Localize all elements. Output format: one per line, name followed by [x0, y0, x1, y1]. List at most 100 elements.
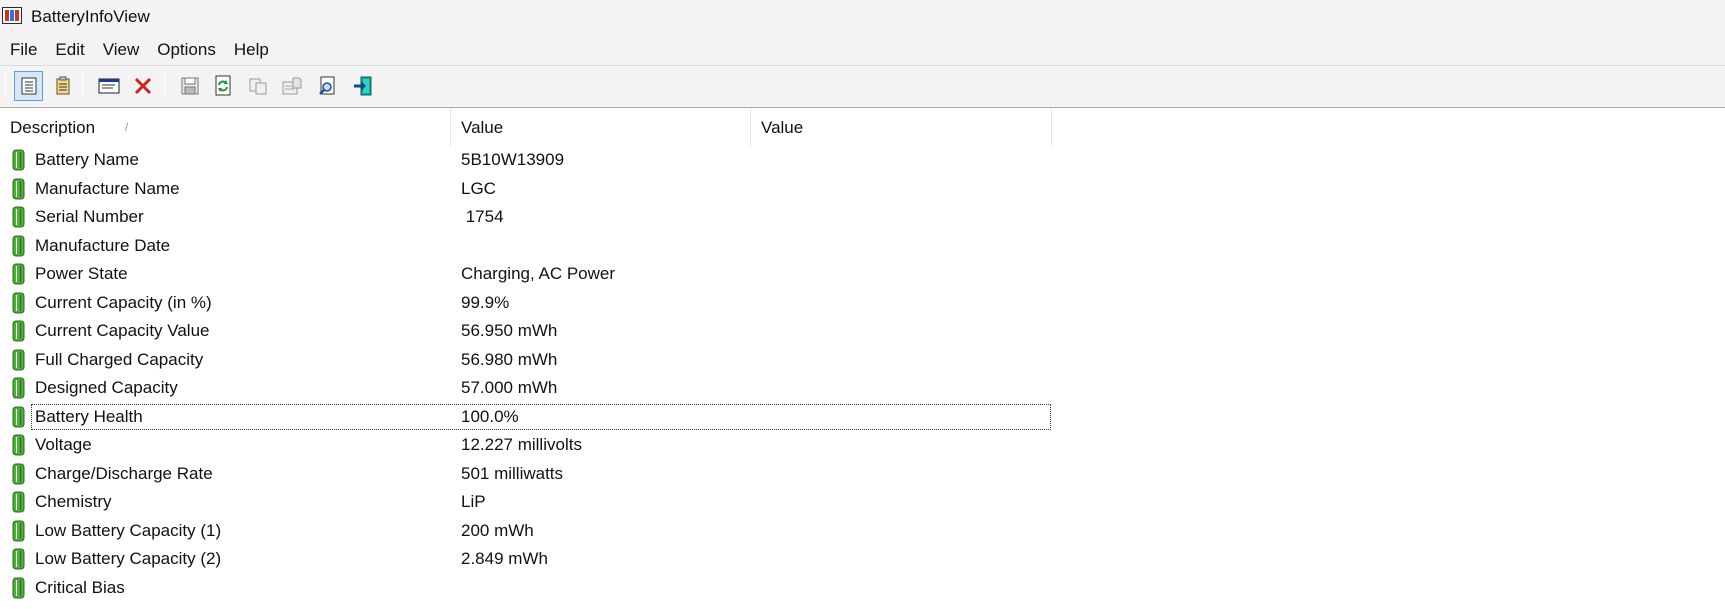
value-cell: LGC — [461, 178, 496, 198]
description-cell: Critical Bias — [35, 577, 125, 597]
value-cell: 5B10W13909 — [461, 150, 565, 169]
battery-icon — [12, 377, 25, 399]
description-cell: Low Battery Capacity (2) — [35, 549, 222, 568]
copy-icon — [249, 78, 266, 95]
description-cell: Manufacture Date — [35, 235, 171, 255]
value-cell: 12.227 millivolts — [461, 435, 582, 454]
column-header-value-2[interactable]: Value — [751, 108, 1052, 146]
description-cell: Power State — [35, 264, 128, 283]
exit-icon — [353, 76, 371, 96]
menu-bar: File Edit View Options Help — [0, 34, 1725, 65]
value-cell: 1754 — [461, 207, 504, 226]
view-list-icon — [21, 77, 36, 95]
description-cell: Serial Number — [35, 207, 144, 226]
column-header-description[interactable]: Description / — [0, 108, 451, 146]
properties-button[interactable] — [277, 71, 306, 101]
list-item[interactable]: Low Battery Capacity (2) 2.849 mWh — [0, 545, 1725, 574]
column-header-value[interactable]: Value — [451, 108, 751, 146]
list-header: Description / Value Value — [0, 108, 1725, 146]
list-item[interactable]: Chemistry LiP — [0, 488, 1725, 517]
column-header-label: Description — [10, 118, 96, 137]
properties-window-button[interactable] — [94, 71, 123, 101]
list-item[interactable]: Critical Bias — [0, 574, 1725, 603]
value-cell: Charging, AC Power — [461, 264, 616, 283]
value-cell: 200 mWh — [461, 520, 534, 540]
save-icon — [181, 77, 198, 95]
battery-icon — [12, 349, 25, 370]
description-cell: Current Capacity (in %) — [35, 292, 212, 312]
menu-help[interactable]: Help — [225, 37, 278, 63]
battery-icon — [12, 178, 25, 199]
sort-indicator-icon: / — [125, 122, 129, 134]
refresh-button[interactable] — [208, 71, 237, 101]
battery-icon — [12, 520, 25, 541]
list-item[interactable]: Manufacture Date — [0, 232, 1725, 261]
toolbar-separator — [82, 72, 83, 99]
battery-icon — [12, 292, 25, 313]
properties-window-icon — [98, 78, 119, 94]
view-html-button[interactable] — [48, 71, 77, 101]
view-list-button[interactable] — [14, 71, 43, 101]
focus-rectangle — [31, 403, 1051, 430]
column-header-label: Value — [461, 118, 504, 137]
find-icon — [318, 76, 334, 95]
battery-icon — [12, 235, 25, 256]
delete-icon — [134, 77, 151, 95]
list-item[interactable]: Voltage 12.227 millivolts — [0, 431, 1725, 460]
toolbar — [0, 66, 1725, 108]
description-cell: Chemistry — [35, 492, 112, 511]
description-cell: Battery Name — [35, 150, 139, 169]
list-item[interactable]: Designed Capacity 57.000 mWh — [0, 374, 1725, 403]
list-item[interactable]: Power State Charging, AC Power — [0, 260, 1725, 289]
list-rows: Battery Name 5B10W13909 Manufacture Name… — [0, 146, 1725, 602]
menu-file[interactable]: File — [1, 37, 46, 63]
value-cell: 57.000 mWh — [461, 378, 558, 397]
menu-options[interactable]: Options — [148, 37, 225, 63]
list-item[interactable]: Battery Name 5B10W13909 — [0, 146, 1725, 175]
properties-icon — [282, 77, 301, 95]
title-bar: BatteryInfoView — [0, 0, 1725, 34]
delete-button[interactable] — [128, 71, 157, 101]
copy-button[interactable] — [243, 71, 272, 101]
toolbar-separator — [164, 72, 165, 99]
find-button[interactable] — [313, 71, 342, 101]
value-cell: LiP — [461, 492, 486, 511]
description-cell: Low Battery Capacity (1) — [35, 520, 222, 540]
menu-view[interactable]: View — [94, 37, 149, 63]
value-cell: 501 milliwatts — [461, 463, 564, 483]
battery-icon — [12, 320, 25, 342]
value-cell: 56.980 mWh — [461, 349, 558, 369]
list-item[interactable]: Charge/Discharge Rate 501 milliwatts — [0, 460, 1725, 489]
description-cell: Manufacture Name — [35, 178, 180, 198]
battery-icon — [12, 206, 25, 228]
menu-edit[interactable]: Edit — [46, 37, 93, 63]
battery-icon — [12, 406, 25, 427]
description-cell: Full Charged Capacity — [35, 349, 204, 369]
window-title: BatteryInfoView — [31, 7, 150, 26]
column-header-label: Value — [761, 118, 804, 137]
list-item[interactable]: Low Battery Capacity (1) 200 mWh — [0, 517, 1725, 546]
refresh-icon — [215, 75, 230, 96]
battery-icon — [12, 548, 25, 570]
toolbar-separator — [5, 72, 6, 99]
list-item-focused[interactable]: Battery Health 100.0% — [0, 403, 1725, 432]
list-item[interactable]: Current Capacity (in %) 99.9% — [0, 289, 1725, 318]
value-cell: 100.0% — [461, 406, 519, 426]
value-cell: 2.849 mWh — [461, 549, 548, 568]
description-cell: Battery Health — [35, 406, 143, 426]
list-item[interactable]: Current Capacity Value 56.950 mWh — [0, 317, 1725, 346]
battery-icon — [12, 491, 25, 513]
battery-icon — [12, 434, 25, 456]
description-cell: Current Capacity Value — [35, 321, 210, 340]
value-cell: 99.9% — [461, 292, 510, 312]
description-cell: Voltage — [35, 435, 92, 454]
exit-button[interactable] — [348, 71, 377, 101]
list-item[interactable]: Manufacture Name LGC — [0, 175, 1725, 204]
view-html-icon — [56, 76, 69, 95]
battery-info-list[interactable]: Description / Value Value Battery Name 5… — [0, 108, 1725, 609]
list-item[interactable]: Full Charged Capacity 56.980 mWh — [0, 346, 1725, 375]
description-cell: Designed Capacity — [35, 378, 178, 397]
list-item[interactable]: Serial Number 1754 — [0, 203, 1725, 232]
save-button[interactable] — [175, 71, 204, 101]
battery-icon — [12, 149, 25, 171]
